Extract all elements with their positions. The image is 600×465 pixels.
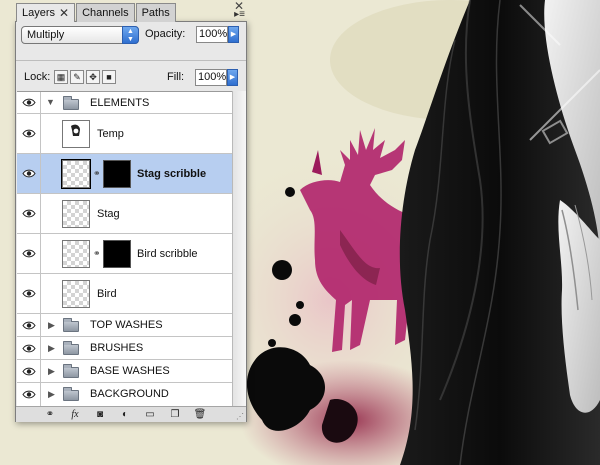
visibility-eye-icon[interactable] <box>17 314 41 336</box>
tab-close-icon[interactable]: ✕ <box>59 6 69 20</box>
mask-link-icon[interactable]: ⚭ <box>93 168 101 179</box>
visibility-eye-icon[interactable] <box>17 194 41 233</box>
lock-position-icon[interactable]: ✥ <box>86 70 100 84</box>
layer-stag[interactable]: Stag <box>17 194 232 234</box>
fill-input[interactable]: 100% <box>195 69 227 86</box>
visibility-eye-icon[interactable] <box>17 92 41 113</box>
layer-mask-thumbnail[interactable] <box>103 240 131 268</box>
visibility-eye-icon[interactable] <box>17 234 41 273</box>
blend-row: Multiply ▲ ▼ Opacity: 100% ▶ <box>21 26 243 46</box>
tab-layers[interactable]: Layers ✕ <box>16 3 76 22</box>
link-icon[interactable]: ⚭ <box>41 408 59 422</box>
visibility-eye-icon[interactable] <box>17 154 41 193</box>
opacity-slider-button[interactable]: ▶ <box>228 26 239 43</box>
lock-all-icon[interactable]: ■ <box>102 70 116 84</box>
tab-paths-label: Paths <box>141 7 170 19</box>
layer-bird-scribble[interactable]: ⚭ Bird scribble <box>17 234 232 274</box>
layers-scrollbar[interactable] <box>232 91 246 406</box>
new-layer-icon[interactable]: ❐ <box>166 408 184 422</box>
layer-name: Bird <box>97 288 117 300</box>
layer-name: BRUSHES <box>90 342 144 354</box>
layer-name: Stag <box>97 208 120 220</box>
group-expand-chevron-icon[interactable]: ▶ <box>48 389 55 400</box>
layer-name: Temp <box>97 128 124 140</box>
resize-grip-icon[interactable]: ⋰ <box>236 412 244 421</box>
visibility-eye-icon[interactable] <box>17 114 41 153</box>
tab-channels[interactable]: Channels <box>76 3 135 22</box>
layer-group-base-washes[interactable]: ▶ BASE WASHES <box>17 360 232 383</box>
tab-channels-label: Channels <box>82 7 129 19</box>
visibility-eye-icon[interactable] <box>17 360 41 382</box>
fx-icon[interactable]: fx <box>66 408 84 422</box>
layer-mask-thumbnail[interactable] <box>103 160 131 188</box>
layer-group-top-washes[interactable]: ▶ TOP WASHES <box>17 314 232 337</box>
layer-thumbnail <box>62 280 90 308</box>
group-expand-chevron-icon[interactable]: ▶ <box>48 320 55 331</box>
opacity-input[interactable]: 100% <box>196 26 228 43</box>
layer-thumbnail <box>62 240 90 268</box>
lock-image-icon[interactable]: ✎ <box>70 70 84 84</box>
folder-icon <box>63 96 79 110</box>
visibility-eye-icon[interactable] <box>17 337 41 359</box>
blend-mode-value: Multiply <box>27 29 65 41</box>
layer-name: TOP WASHES <box>90 319 163 331</box>
layer-stag-scribble[interactable]: ⚭ Stag scribble <box>17 154 232 194</box>
layer-group-brushes[interactable]: ▶ BRUSHES <box>17 337 232 360</box>
panel-bottom-toolbar: ⚭ fx ◙ ◐ ▭ ❐ 🗑 ⋰ <box>16 406 246 422</box>
mask-link-icon[interactable]: ⚭ <box>93 248 101 259</box>
group-expand-chevron-icon[interactable]: ▶ <box>48 366 55 377</box>
layer-name: Stag scribble <box>137 168 207 180</box>
group-expand-chevron-icon[interactable]: ▶ <box>48 343 55 354</box>
layer-name: BACKGROUND <box>90 388 169 400</box>
panel-menu-icon[interactable]: ▸≡ <box>234 10 245 20</box>
fill-slider-button[interactable]: ▶ <box>227 69 238 86</box>
adjustment-icon[interactable]: ◐ <box>116 408 134 422</box>
folder-icon <box>63 341 79 355</box>
lock-label: Lock: <box>24 71 51 83</box>
tab-paths[interactable]: Paths <box>135 3 176 22</box>
panel-tabs: Layers ✕ Channels Paths <box>16 3 177 22</box>
layer-group-background[interactable]: ▶ BACKGROUND <box>17 383 232 406</box>
layers-list: ▼ ELEMENTS Temp ⚭ Stag scribble Stag ⚭ B… <box>17 91 232 406</box>
panel-titlebar: Layers ✕ Channels Paths ✕ ▸≡ <box>16 0 248 22</box>
divider <box>16 60 246 61</box>
layer-name: ELEMENTS <box>90 97 150 109</box>
lock-transparent-icon[interactable]: ▦ <box>54 70 68 84</box>
layer-thumbnail <box>62 200 90 228</box>
layer-name: Bird scribble <box>137 248 198 260</box>
layer-thumbnail <box>61 159 91 189</box>
folder-icon <box>63 364 79 378</box>
tab-layers-label: Layers <box>22 7 56 19</box>
layer-group-elements[interactable]: ▼ ELEMENTS <box>17 92 232 114</box>
chevron-updown-icon: ▲ ▼ <box>122 26 139 44</box>
opacity-label: Opacity: <box>145 28 186 40</box>
layer-thumbnail <box>62 120 90 148</box>
folder-icon <box>63 318 79 332</box>
folder-icon <box>63 387 79 401</box>
visibility-eye-icon[interactable] <box>17 274 41 313</box>
layer-bird[interactable]: Bird <box>17 274 232 314</box>
group-expand-chevron-icon[interactable]: ▼ <box>46 97 55 107</box>
layer-temp[interactable]: Temp <box>17 114 232 154</box>
trash-icon[interactable]: 🗑 <box>191 408 209 422</box>
new-group-icon[interactable]: ▭ <box>141 408 159 422</box>
blend-mode-select[interactable]: Multiply ▲ ▼ <box>21 26 139 44</box>
layer-name: BASE WASHES <box>90 365 170 377</box>
fill-label: Fill: <box>167 71 185 83</box>
layers-panel: Layers ✕ Channels Paths ✕ ▸≡ Multiply ▲ ▼… <box>15 0 247 422</box>
mask-icon[interactable]: ◙ <box>91 408 109 422</box>
portrait-thumb-icon <box>71 124 80 136</box>
visibility-eye-icon[interactable] <box>17 383 41 406</box>
